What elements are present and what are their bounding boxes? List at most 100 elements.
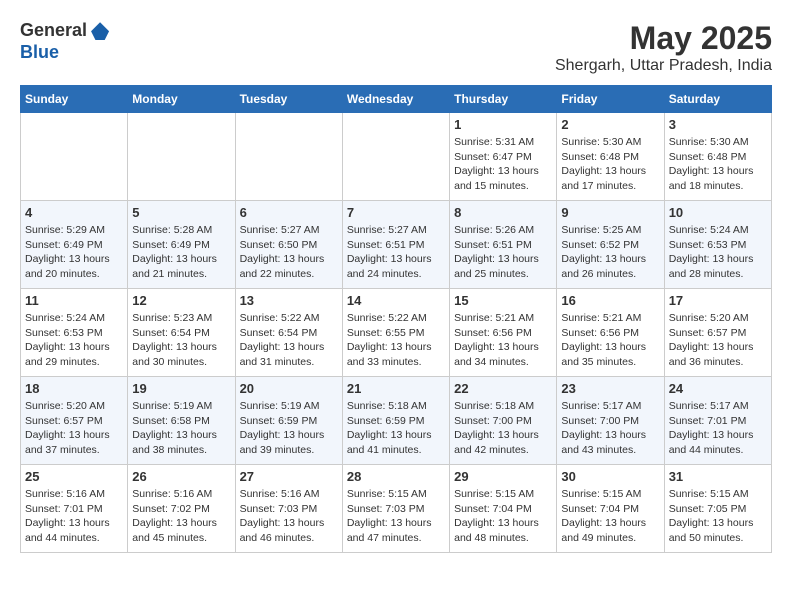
cell-content: Sunrise: 5:30 AMSunset: 6:48 PMDaylight:… bbox=[669, 135, 767, 194]
cell-date: 3 bbox=[669, 117, 767, 132]
cell-content: Sunrise: 5:27 AMSunset: 6:51 PMDaylight:… bbox=[347, 223, 445, 282]
calendar-cell: 24 Sunrise: 5:17 AMSunset: 7:01 PMDayligh… bbox=[664, 377, 771, 465]
cell-content: Sunrise: 5:15 AMSunset: 7:03 PMDaylight:… bbox=[347, 487, 445, 546]
cell-date: 24 bbox=[669, 381, 767, 396]
cell-content: Sunrise: 5:15 AMSunset: 7:04 PMDaylight:… bbox=[454, 487, 552, 546]
logo-icon bbox=[91, 22, 109, 40]
cell-content: Sunrise: 5:25 AMSunset: 6:52 PMDaylight:… bbox=[561, 223, 659, 282]
cell-date: 21 bbox=[347, 381, 445, 396]
calendar-week-3: 11Sunrise: 5:24 AMSunset: 6:53 PMDayligh… bbox=[21, 289, 772, 377]
cell-content: Sunrise: 5:28 AMSunset: 6:49 PMDaylight:… bbox=[132, 223, 230, 282]
cell-content: Sunrise: 5:22 AMSunset: 6:55 PMDaylight:… bbox=[347, 311, 445, 370]
calendar-cell bbox=[342, 113, 449, 201]
cell-date: 12 bbox=[132, 293, 230, 308]
cell-date: 28 bbox=[347, 469, 445, 484]
cell-content: Sunrise: 5:17 AMSunset: 7:01 PMDaylight:… bbox=[669, 399, 767, 458]
calendar-cell: 20 Sunrise: 5:19 AMSunset: 6:59 PMDayligh… bbox=[235, 377, 342, 465]
cell-content: Sunrise: 5:20 AMSunset: 6:57 PMDaylight:… bbox=[669, 311, 767, 370]
calendar-cell: 18Sunrise: 5:20 AMSunset: 6:57 PMDayligh… bbox=[21, 377, 128, 465]
title-area: May 2025 Shergarh, Uttar Pradesh, India bbox=[555, 20, 772, 75]
day-header-friday: Friday bbox=[557, 86, 664, 113]
calendar-cell: 10 Sunrise: 5:24 AMSunset: 6:53 PMDayligh… bbox=[664, 201, 771, 289]
calendar-cell: 11Sunrise: 5:24 AMSunset: 6:53 PMDayligh… bbox=[21, 289, 128, 377]
calendar-cell: 5Sunrise: 5:28 AMSunset: 6:49 PMDaylight… bbox=[128, 201, 235, 289]
cell-content: Sunrise: 5:16 AMSunset: 7:02 PMDaylight:… bbox=[132, 487, 230, 546]
calendar-cell: 31Sunrise: 5:15 AMSunset: 7:05 PMDayligh… bbox=[664, 465, 771, 553]
calendar-cell: 15Sunrise: 5:21 AMSunset: 6:56 PMDayligh… bbox=[450, 289, 557, 377]
cell-date: 19 bbox=[132, 381, 230, 396]
cell-content: Sunrise: 5:30 AMSunset: 6:48 PMDaylight:… bbox=[561, 135, 659, 194]
calendar-cell: 21Sunrise: 5:18 AMSunset: 6:59 PMDayligh… bbox=[342, 377, 449, 465]
cell-date: 30 bbox=[561, 469, 659, 484]
calendar-table: SundayMondayTuesdayWednesdayThursdayFrid… bbox=[20, 85, 772, 553]
calendar-week-1: 1 Sunrise: 5:31 AMSunset: 6:47 PMDaylight… bbox=[21, 113, 772, 201]
cell-date: 14 bbox=[347, 293, 445, 308]
cell-content: Sunrise: 5:16 AMSunset: 7:03 PMDaylight:… bbox=[240, 487, 338, 546]
cell-date: 26 bbox=[132, 469, 230, 484]
logo: General Blue bbox=[20, 20, 109, 63]
cell-content: Sunrise: 5:15 AMSunset: 7:04 PMDaylight:… bbox=[561, 487, 659, 546]
page-header: General Blue May 2025 Shergarh, Uttar Pr… bbox=[20, 20, 772, 75]
cell-date: 15 bbox=[454, 293, 552, 308]
calendar-cell: 17 Sunrise: 5:20 AMSunset: 6:57 PMDayligh… bbox=[664, 289, 771, 377]
calendar-cell: 12 Sunrise: 5:23 AMSunset: 6:54 PMDayligh… bbox=[128, 289, 235, 377]
cell-content: Sunrise: 5:31 AMSunset: 6:47 PMDaylight:… bbox=[454, 135, 552, 194]
day-header-sunday: Sunday bbox=[21, 86, 128, 113]
cell-content: Sunrise: 5:17 AMSunset: 7:00 PMDaylight:… bbox=[561, 399, 659, 458]
cell-content: Sunrise: 5:26 AMSunset: 6:51 PMDaylight:… bbox=[454, 223, 552, 282]
logo-general: General bbox=[20, 20, 87, 40]
calendar-cell: 2Sunrise: 5:30 AMSunset: 6:48 PMDaylight… bbox=[557, 113, 664, 201]
cell-date: 27 bbox=[240, 469, 338, 484]
day-header-saturday: Saturday bbox=[664, 86, 771, 113]
calendar-cell: 1 Sunrise: 5:31 AMSunset: 6:47 PMDaylight… bbox=[450, 113, 557, 201]
calendar-cell: 13 Sunrise: 5:22 AMSunset: 6:54 PMDayligh… bbox=[235, 289, 342, 377]
cell-content: Sunrise: 5:24 AMSunset: 6:53 PMDaylight:… bbox=[669, 223, 767, 282]
cell-date: 17 bbox=[669, 293, 767, 308]
cell-date: 6 bbox=[240, 205, 338, 220]
cell-content: Sunrise: 5:19 AMSunset: 6:58 PMDaylight:… bbox=[132, 399, 230, 458]
cell-content: Sunrise: 5:24 AMSunset: 6:53 PMDaylight:… bbox=[25, 311, 123, 370]
cell-date: 22 bbox=[454, 381, 552, 396]
day-header-tuesday: Tuesday bbox=[235, 86, 342, 113]
calendar-cell: 25 Sunrise: 5:16 AMSunset: 7:01 PMDayligh… bbox=[21, 465, 128, 553]
calendar-cell bbox=[21, 113, 128, 201]
calendar-cell: 4 Sunrise: 5:29 AMSunset: 6:49 PMDaylight… bbox=[21, 201, 128, 289]
calendar-week-4: 18Sunrise: 5:20 AMSunset: 6:57 PMDayligh… bbox=[21, 377, 772, 465]
cell-content: Sunrise: 5:16 AMSunset: 7:01 PMDaylight:… bbox=[25, 487, 123, 546]
cell-content: Sunrise: 5:27 AMSunset: 6:50 PMDaylight:… bbox=[240, 223, 338, 282]
calendar-cell: 14 Sunrise: 5:22 AMSunset: 6:55 PMDayligh… bbox=[342, 289, 449, 377]
calendar-cell: 6 Sunrise: 5:27 AMSunset: 6:50 PMDaylight… bbox=[235, 201, 342, 289]
calendar-cell: 28 Sunrise: 5:15 AMSunset: 7:03 PMDayligh… bbox=[342, 465, 449, 553]
cell-date: 29 bbox=[454, 469, 552, 484]
location-title: Shergarh, Uttar Pradesh, India bbox=[555, 57, 772, 75]
month-title: May 2025 bbox=[555, 20, 772, 57]
calendar-cell: 19 Sunrise: 5:19 AMSunset: 6:58 PMDayligh… bbox=[128, 377, 235, 465]
cell-content: Sunrise: 5:21 AMSunset: 6:56 PMDaylight:… bbox=[561, 311, 659, 370]
cell-date: 1 bbox=[454, 117, 552, 132]
day-header-monday: Monday bbox=[128, 86, 235, 113]
calendar-cell: 3 Sunrise: 5:30 AMSunset: 6:48 PMDaylight… bbox=[664, 113, 771, 201]
cell-content: Sunrise: 5:29 AMSunset: 6:49 PMDaylight:… bbox=[25, 223, 123, 282]
calendar-week-2: 4 Sunrise: 5:29 AMSunset: 6:49 PMDaylight… bbox=[21, 201, 772, 289]
day-header-thursday: Thursday bbox=[450, 86, 557, 113]
cell-content: Sunrise: 5:23 AMSunset: 6:54 PMDaylight:… bbox=[132, 311, 230, 370]
cell-date: 20 bbox=[240, 381, 338, 396]
cell-date: 4 bbox=[25, 205, 123, 220]
cell-date: 25 bbox=[25, 469, 123, 484]
cell-content: Sunrise: 5:22 AMSunset: 6:54 PMDaylight:… bbox=[240, 311, 338, 370]
calendar-cell: 7Sunrise: 5:27 AMSunset: 6:51 PMDaylight… bbox=[342, 201, 449, 289]
calendar-cell: 27 Sunrise: 5:16 AMSunset: 7:03 PMDayligh… bbox=[235, 465, 342, 553]
calendar-week-5: 25 Sunrise: 5:16 AMSunset: 7:01 PMDayligh… bbox=[21, 465, 772, 553]
cell-date: 9 bbox=[561, 205, 659, 220]
calendar-cell: 9 Sunrise: 5:25 AMSunset: 6:52 PMDaylight… bbox=[557, 201, 664, 289]
cell-content: Sunrise: 5:18 AMSunset: 7:00 PMDaylight:… bbox=[454, 399, 552, 458]
cell-content: Sunrise: 5:20 AMSunset: 6:57 PMDaylight:… bbox=[25, 399, 123, 458]
cell-content: Sunrise: 5:19 AMSunset: 6:59 PMDaylight:… bbox=[240, 399, 338, 458]
calendar-cell: 29 Sunrise: 5:15 AMSunset: 7:04 PMDayligh… bbox=[450, 465, 557, 553]
cell-date: 13 bbox=[240, 293, 338, 308]
calendar-cell bbox=[128, 113, 235, 201]
cell-date: 8 bbox=[454, 205, 552, 220]
cell-date: 10 bbox=[669, 205, 767, 220]
calendar-cell: 8 Sunrise: 5:26 AMSunset: 6:51 PMDaylight… bbox=[450, 201, 557, 289]
calendar-cell: 26 Sunrise: 5:16 AMSunset: 7:02 PMDayligh… bbox=[128, 465, 235, 553]
